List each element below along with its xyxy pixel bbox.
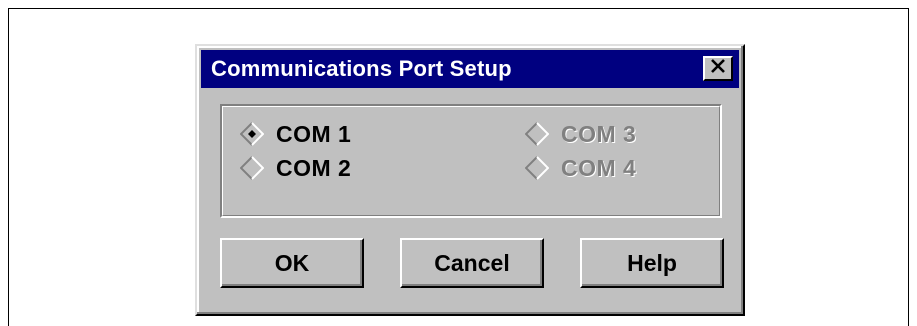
com4-label: COM 4 — [561, 154, 637, 181]
com1-label: COM 1 — [276, 120, 352, 147]
cancel-button[interactable]: Cancel — [400, 238, 544, 288]
close-button[interactable] — [703, 56, 733, 81]
radio-diamond-disabled-icon — [525, 156, 549, 180]
title-bar[interactable]: Communications Port Setup — [201, 50, 739, 88]
ok-button[interactable]: OK — [220, 238, 364, 288]
radio-diamond-disabled-icon — [525, 122, 549, 146]
document-frame: Communications Port Setup COM 1 COM 2 CO… — [8, 8, 909, 326]
radio-diamond-icon — [240, 156, 264, 180]
radio-diamond-selected-icon — [240, 122, 264, 146]
radio-com3: COM 3 — [525, 119, 636, 149]
com3-label: COM 3 — [561, 120, 637, 147]
radio-com2[interactable]: COM 2 — [240, 153, 351, 183]
help-button[interactable]: Help — [580, 238, 724, 288]
dialog-title: Communications Port Setup — [211, 56, 512, 81]
close-x-icon — [710, 59, 726, 78]
com2-label: COM 2 — [276, 154, 352, 181]
radio-com1[interactable]: COM 1 — [240, 119, 351, 149]
port-group-box: COM 1 COM 2 COM 3 COM 4 — [220, 104, 722, 218]
com-port-setup-dialog: Communications Port Setup COM 1 COM 2 CO… — [195, 44, 745, 316]
radio-com4: COM 4 — [525, 153, 636, 183]
